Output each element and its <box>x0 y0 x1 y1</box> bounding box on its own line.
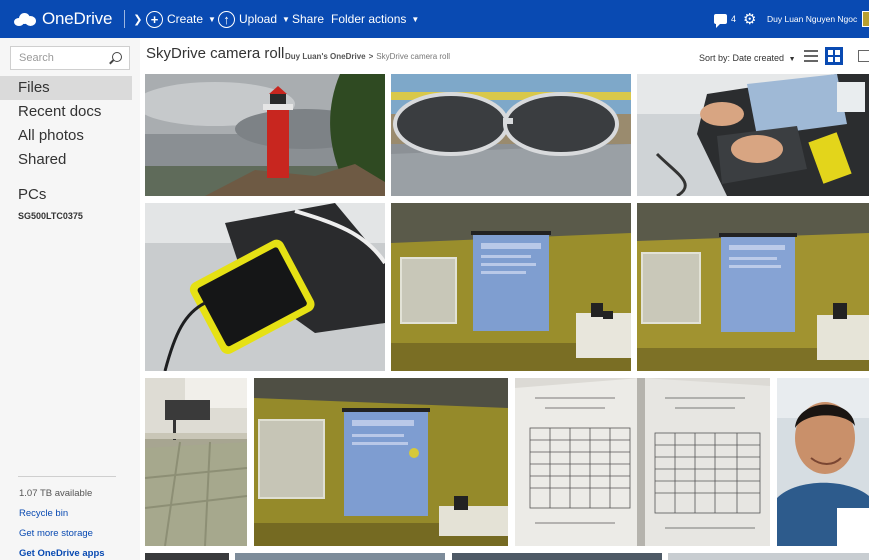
photo-thumbnail-projector-room[interactable] <box>254 378 508 546</box>
search-box <box>10 46 130 70</box>
chevron-down-icon: ▼ <box>411 14 420 24</box>
get-more-storage-link[interactable]: Get more storage <box>19 528 93 539</box>
settings-button[interactable]: ⚙ <box>743 0 756 38</box>
photo-thumbnail-paper-forms[interactable] <box>515 378 770 546</box>
sort-dropdown[interactable]: Sort by: Date created ▼ <box>699 53 796 63</box>
folder-actions-button[interactable]: Folder actions ▼ <box>331 0 419 38</box>
cloud-logo-icon <box>14 12 36 26</box>
storage-available: 1.07 TB available <box>19 488 93 499</box>
breadcrumb-current: SkyDrive camera roll <box>376 52 451 61</box>
get-onedrive-apps-link[interactable]: Get OneDrive apps <box>19 548 105 559</box>
notifications-count: 4 <box>731 14 737 24</box>
photo-thumbnail-portrait[interactable] <box>777 378 869 546</box>
sidebar-item-shared[interactable]: Shared <box>0 148 132 172</box>
plus-icon: + <box>146 10 163 28</box>
chevron-down-icon: ▼ <box>282 14 290 24</box>
chevron-down-icon: ▼ <box>788 56 796 63</box>
sidebar-item-recent-docs[interactable]: Recent docs <box>0 100 132 124</box>
breadcrumb-separator-icon: > <box>368 52 374 61</box>
brand-name: OneDrive <box>42 9 113 28</box>
photo-thumbnail-tiled-floor[interactable] <box>145 378 247 546</box>
breadcrumb-root-link[interactable]: Duy Luan's OneDrive <box>285 52 366 61</box>
folder-actions-label: Folder actions <box>331 12 407 26</box>
sidebar-item-pc[interactable]: SG500LTC0375 <box>18 211 83 221</box>
user-menu-button[interactable]: Duy Luan Nguyen Ngoc <box>767 0 857 38</box>
list-view-icon[interactable] <box>804 50 818 62</box>
photo-thumbnail-sunglasses[interactable] <box>391 74 631 196</box>
onedrive-menu-button[interactable]: OneDrive ❯ <box>14 0 142 38</box>
photo-thumbnail-row4-4[interactable] <box>668 553 869 560</box>
message-icon <box>714 14 727 28</box>
photo-thumbnail-projector-screen[interactable] <box>391 203 631 371</box>
chevron-down-icon: ❯ <box>133 13 143 26</box>
photo-thumbnail-laptop[interactable] <box>637 74 869 196</box>
thumbnail-view-icon[interactable] <box>825 47 843 65</box>
photo-thumbnail-lighthouse[interactable] <box>145 74 385 196</box>
brand-divider <box>124 10 126 28</box>
top-bar: OneDrive ❯ + Create ▼ ↑ Upload ▼ Share F… <box>0 0 869 38</box>
upload-arrow-icon: ↑ <box>218 10 235 28</box>
sidebar-item-files[interactable]: Files <box>0 76 132 100</box>
chevron-down-icon: ▼ <box>208 14 216 24</box>
search-icon[interactable] <box>112 52 122 62</box>
share-label: Share <box>292 12 325 26</box>
photo-thumbnail-yellow-phone[interactable] <box>145 203 385 371</box>
search-input[interactable] <box>11 47 109 69</box>
upload-label: Upload <box>239 12 278 26</box>
upload-button[interactable]: ↑ Upload ▼ <box>218 0 290 38</box>
create-button[interactable]: + Create ▼ <box>146 0 216 38</box>
page-title: SkyDrive camera roll <box>146 45 285 62</box>
breadcrumb: Duy Luan's OneDrive > SkyDrive camera roll <box>285 52 450 61</box>
gear-icon: ⚙ <box>743 10 757 28</box>
pcs-heading: PCs <box>18 186 47 203</box>
sidebar: Files Recent docs All photos Shared PCs … <box>0 38 140 560</box>
avatar[interactable] <box>862 11 869 27</box>
share-button[interactable]: Share <box>292 0 324 38</box>
recycle-bin-link[interactable]: Recycle bin <box>19 508 68 519</box>
photo-thumbnail-row4-3[interactable] <box>452 553 662 560</box>
user-name: Duy Luan Nguyen Ngoc <box>767 14 858 24</box>
photo-thumbnail-projector-screen-2[interactable] <box>637 203 869 371</box>
notifications-button[interactable]: 4 <box>714 0 736 38</box>
create-label: Create <box>167 12 204 26</box>
sort-label: Sort by: Date created <box>699 53 785 63</box>
photo-thumbnail-row4-1[interactable] <box>145 553 229 560</box>
photo-thumbnail-row4-2[interactable] <box>235 553 445 560</box>
sidebar-item-all-photos[interactable]: All photos <box>0 124 132 148</box>
sidebar-divider <box>18 476 116 477</box>
details-view-icon[interactable] <box>858 50 869 62</box>
